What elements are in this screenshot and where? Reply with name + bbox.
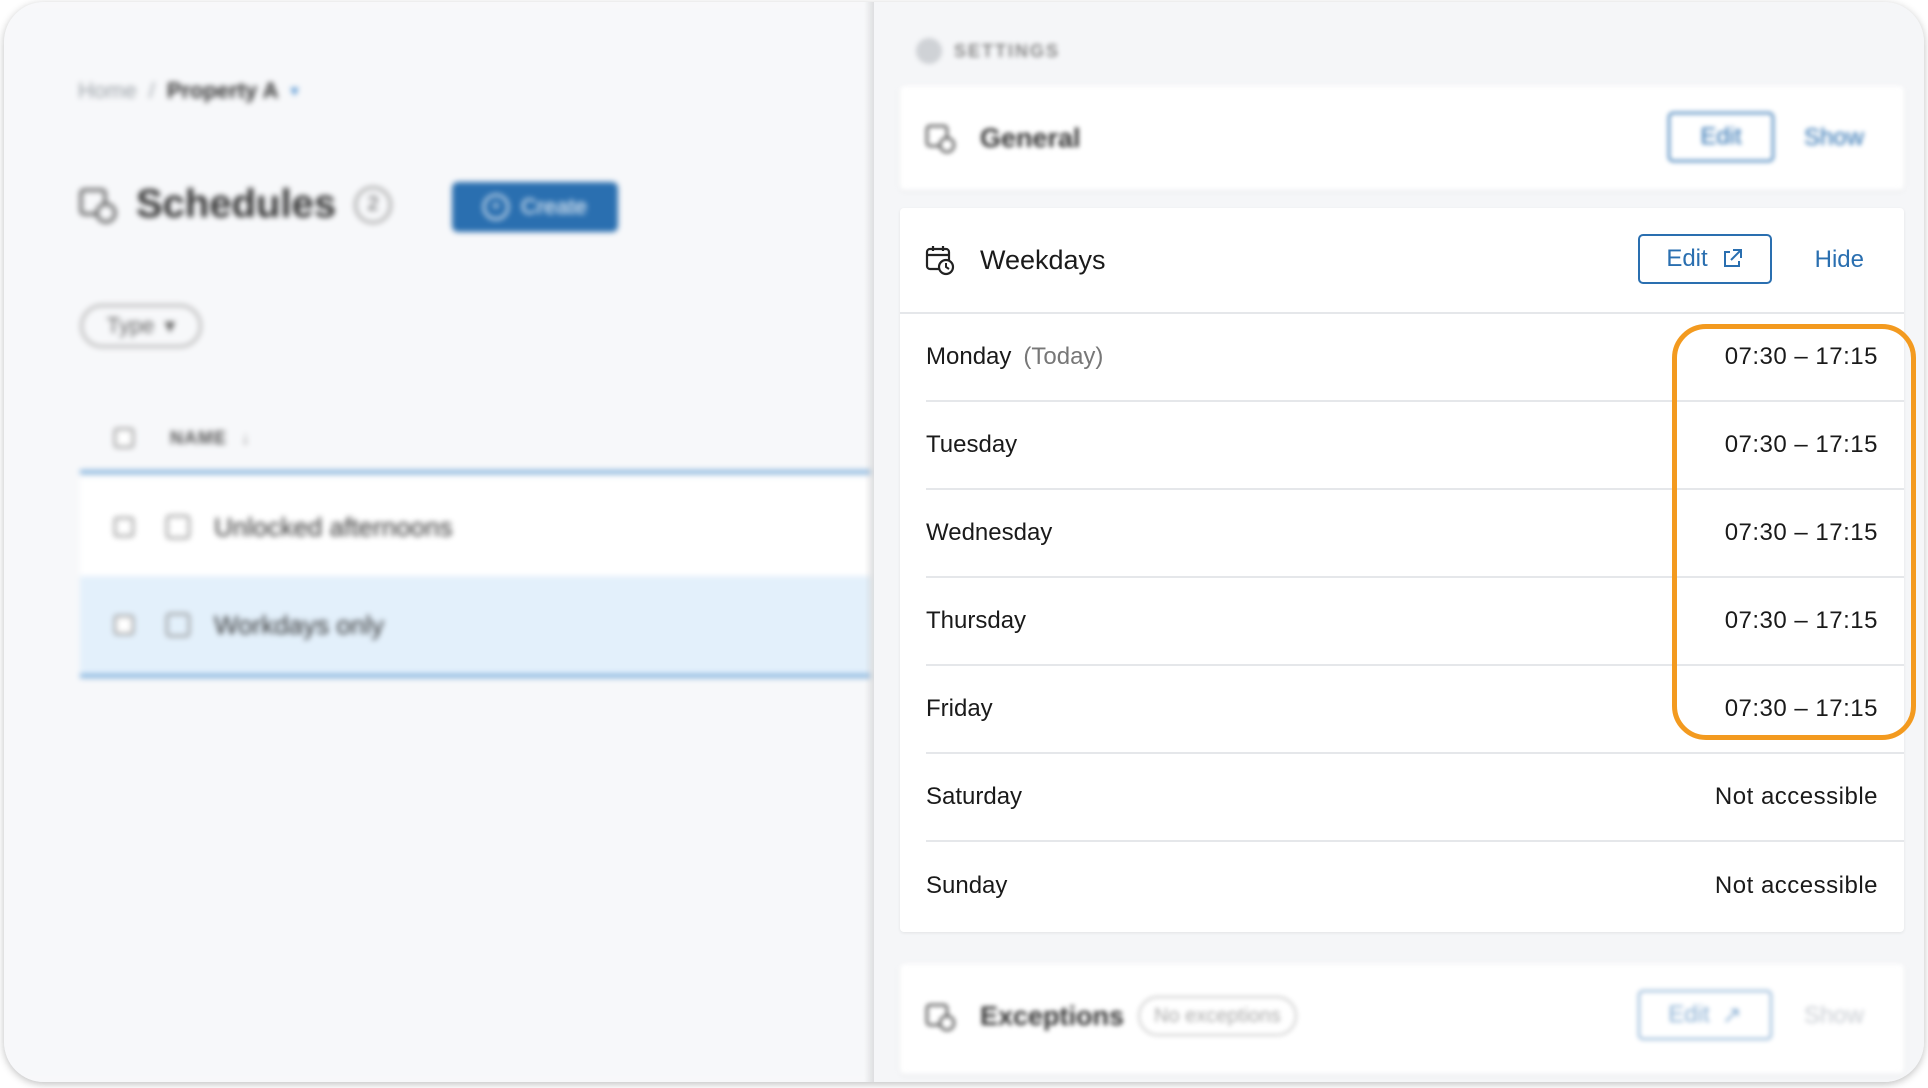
chevron-down-icon: ▾ — [164, 313, 176, 338]
day-row-wednesday: Wednesday 07:30 – 17:15 — [926, 490, 1904, 578]
general-card: General Edit Show — [900, 86, 1904, 190]
schedule-icon — [166, 515, 190, 539]
row-label: Unlocked afternoons — [214, 511, 453, 542]
day-row-monday: Monday (Today) 07:30 – 17:15 — [926, 314, 1904, 402]
general-edit-button[interactable]: Edit — [1668, 112, 1774, 162]
plus-circle-icon: + — [482, 194, 509, 220]
external-link-icon: ↗ — [1721, 1001, 1742, 1029]
day-hours: 07:30 – 17:15 — [1724, 431, 1878, 458]
weekdays-edit-button[interactable]: Edit — [1638, 234, 1772, 284]
type-filter-label: Type — [106, 313, 155, 338]
external-link-icon — [1723, 249, 1742, 267]
create-button[interactable]: + Create — [452, 182, 618, 232]
table-row[interactable]: Unlocked afternoons — [80, 478, 870, 576]
breadcrumb-separator: / — [148, 78, 155, 103]
day-hours: 07:30 – 17:15 — [1724, 519, 1878, 546]
column-name-header[interactable]: NAME — [170, 428, 227, 449]
day-hours: Not accessible — [1714, 783, 1878, 810]
schedule-icon — [925, 124, 956, 154]
table-header: NAME ↓ — [80, 406, 870, 474]
general-edit-label: Edit — [1700, 123, 1742, 150]
page-header: Schedules 2 — [78, 182, 393, 227]
weekday-hours-list: Monday (Today) 07:30 – 17:15 Tuesday 07:3… — [900, 312, 1904, 930]
day-row-sunday: Sunday Not accessible — [926, 842, 1904, 930]
count-badge: 2 — [354, 185, 393, 224]
settings-heading: SETTINGS — [916, 38, 1060, 64]
day-name: Friday — [926, 695, 993, 722]
sort-arrow-icon[interactable]: ↓ — [241, 428, 250, 449]
no-exceptions-badge: No exceptions — [1138, 996, 1297, 1036]
page-title: Schedules — [136, 182, 337, 226]
day-name: Sunday — [926, 872, 1008, 899]
row-checkbox[interactable] — [114, 615, 134, 635]
general-card-title: General — [980, 122, 1081, 153]
app-window: Home / Property A ▾ Schedules 2 + Create… — [4, 2, 1924, 1082]
exceptions-card-header: Exceptions No exceptions Edit ↗ Show — [900, 964, 1904, 1068]
exceptions-show-link[interactable]: Show — [1804, 1002, 1864, 1030]
general-card-header: General Edit Show — [900, 86, 1904, 190]
day-name: Thursday — [926, 607, 1027, 634]
day-row-thursday: Thursday 07:30 – 17:15 — [926, 578, 1904, 666]
calendar-icon — [925, 246, 955, 276]
gear-icon — [916, 38, 942, 64]
settings-pane: SETTINGS General Edit Show Weekdays Edit… — [874, 2, 1924, 1082]
exceptions-card: Exceptions No exceptions Edit ↗ Show — [900, 964, 1904, 1074]
weekdays-card: Weekdays Edit Hide Monday (Today) 07:30 –… — [900, 208, 1904, 932]
table-row[interactable]: Workdays only — [80, 576, 870, 678]
select-all-checkbox[interactable] — [114, 428, 134, 448]
breadcrumb-current[interactable]: Property A — [167, 78, 279, 104]
exceptions-edit-label: Edit — [1668, 1001, 1710, 1028]
day-hours: 07:30 – 17:15 — [1724, 695, 1878, 722]
row-checkbox[interactable] — [114, 517, 134, 537]
row-label: Workdays only — [214, 609, 385, 640]
today-note: (Today) — [1023, 343, 1104, 370]
day-row-saturday: Saturday Not accessible — [926, 754, 1904, 842]
breadcrumb-home[interactable]: Home — [78, 78, 137, 104]
exceptions-card-title: Exceptions — [980, 1000, 1125, 1031]
breadcrumb: Home / Property A ▾ — [78, 78, 299, 104]
day-name: Saturday — [926, 783, 1023, 810]
chevron-down-icon[interactable]: ▾ — [290, 81, 298, 101]
day-name: Monday — [926, 343, 1012, 370]
schedule-icon — [166, 613, 190, 637]
schedule-icon — [79, 188, 117, 223]
day-row-tuesday: Tuesday 07:30 – 17:15 — [926, 402, 1904, 490]
day-name: Wednesday — [926, 519, 1053, 546]
weekdays-card-header: Weekdays Edit Hide — [900, 208, 1904, 312]
day-hours: 07:30 – 17:15 — [1724, 343, 1878, 370]
create-button-label: Create — [520, 194, 588, 219]
calendar-icon — [925, 1003, 956, 1032]
exceptions-edit-button[interactable]: Edit ↗ — [1638, 990, 1772, 1040]
day-hours: 07:30 – 17:15 — [1724, 607, 1878, 634]
settings-heading-label: SETTINGS — [954, 40, 1061, 61]
day-hours: Not accessible — [1714, 872, 1878, 899]
general-show-link[interactable]: Show — [1804, 124, 1864, 152]
type-filter[interactable]: Type ▾ — [80, 304, 202, 348]
weekdays-edit-label: Edit — [1666, 245, 1708, 272]
schedules-list-pane: Home / Property A ▾ Schedules 2 + Create… — [4, 2, 870, 1082]
weekdays-hide-link[interactable]: Hide — [1815, 246, 1864, 274]
day-name: Tuesday — [926, 431, 1018, 458]
weekdays-card-title: Weekdays — [980, 244, 1106, 275]
day-row-friday: Friday 07:30 – 17:15 — [926, 666, 1904, 754]
